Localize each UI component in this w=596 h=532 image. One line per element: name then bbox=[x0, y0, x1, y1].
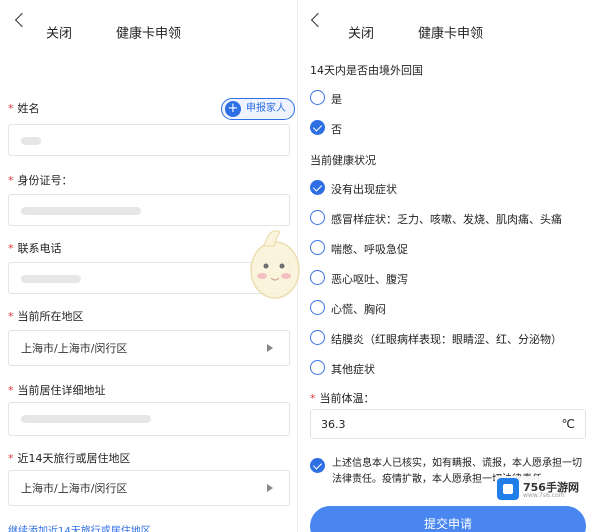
radio-icon bbox=[310, 90, 325, 105]
right-panel: 关闭 健康卡申领 14天内是否由境外回国 是 否 当前健康状况 没有出现症状 感… bbox=[298, 0, 596, 532]
watermark-subtext: www.7s6.com bbox=[523, 492, 565, 499]
site-logo-icon bbox=[497, 478, 519, 500]
nav-bar: 关闭 健康卡申领 bbox=[0, 0, 298, 44]
address-label: * 当前居住详细地址 bbox=[8, 384, 106, 397]
health-question: 当前健康状况 bbox=[310, 154, 376, 167]
close-button[interactable]: 关闭 bbox=[46, 23, 72, 42]
chevron-right-icon bbox=[267, 484, 273, 492]
back-icon[interactable] bbox=[12, 12, 30, 30]
close-button[interactable]: 关闭 bbox=[348, 23, 374, 42]
checkbox-checked-icon bbox=[310, 458, 325, 473]
phone-label: * 联系电话 bbox=[8, 242, 62, 255]
report-family-label: 申报家人 bbox=[246, 103, 286, 114]
site-watermark: 756手游网 www.7s6.com bbox=[495, 476, 591, 502]
page-title: 健康卡申领 bbox=[116, 26, 182, 42]
nav-bar: 关闭 健康卡申领 bbox=[298, 0, 596, 44]
submit-button[interactable]: 提交申请 bbox=[310, 506, 586, 532]
region-label: * 当前所在地区 bbox=[8, 310, 84, 323]
radio-icon bbox=[310, 300, 325, 315]
radio-icon bbox=[310, 330, 325, 345]
radio-checked-icon bbox=[310, 120, 325, 135]
page-title: 健康卡申领 bbox=[418, 26, 484, 42]
address-input[interactable] bbox=[8, 402, 290, 436]
name-input[interactable] bbox=[8, 124, 290, 156]
temperature-label: * 当前体温： bbox=[310, 392, 375, 405]
add-travel-link[interactable]: 继续添加近14天旅行或居住地区 bbox=[8, 522, 151, 532]
region-value: 上海市/上海市/闵行区 bbox=[21, 342, 128, 355]
back-icon[interactable] bbox=[308, 12, 326, 30]
temperature-input[interactable]: 36.3 ℃ bbox=[310, 409, 586, 439]
travel-label: * 近14天旅行或居住地区 bbox=[8, 452, 131, 465]
travel-value: 上海市/上海市/闵行区 bbox=[21, 482, 128, 495]
name-label: * 姓名 bbox=[8, 102, 40, 115]
radio-icon bbox=[310, 360, 325, 375]
id-label: * 身份证号： bbox=[8, 174, 73, 187]
radio-checked-icon bbox=[310, 180, 325, 195]
report-family-button[interactable]: + 申报家人 bbox=[221, 98, 295, 120]
radio-icon bbox=[310, 270, 325, 285]
radio-icon bbox=[310, 240, 325, 255]
chevron-right-icon bbox=[267, 344, 273, 352]
temperature-unit: ℃ bbox=[561, 417, 575, 431]
plus-icon: + bbox=[225, 101, 241, 117]
mascot-watermark-icon bbox=[250, 230, 300, 299]
abroad-question: 14天内是否由境外回国 bbox=[310, 64, 423, 77]
radio-icon bbox=[310, 210, 325, 225]
region-select[interactable]: 上海市/上海市/闵行区 bbox=[8, 330, 290, 366]
travel-select[interactable]: 上海市/上海市/闵行区 bbox=[8, 470, 290, 506]
temperature-value: 36.3 bbox=[321, 418, 346, 431]
